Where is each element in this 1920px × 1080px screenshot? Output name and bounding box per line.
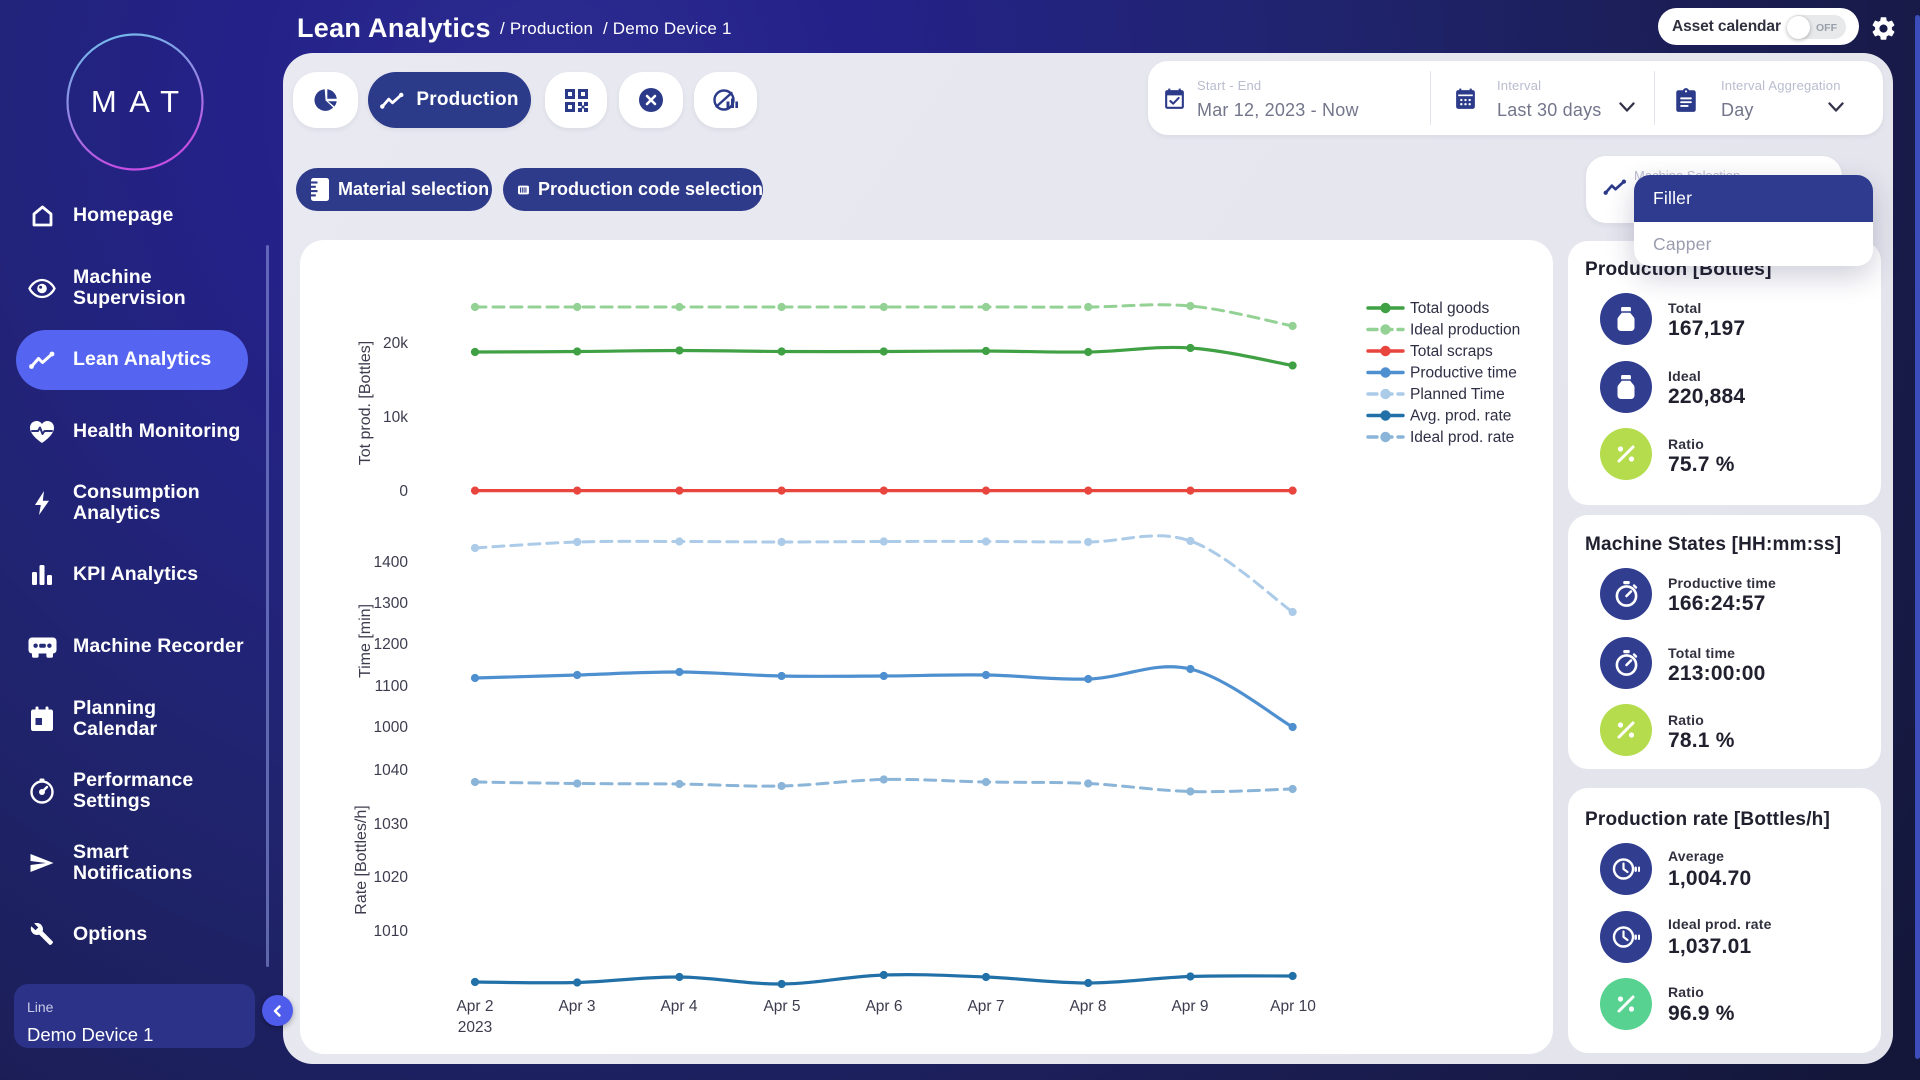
svg-text:1030: 1030	[374, 816, 409, 833]
svg-text:Rate [Bottles/h]: Rate [Bottles/h]	[353, 805, 370, 914]
svg-text:1020: 1020	[374, 869, 409, 886]
svg-text:Apr 9: Apr 9	[1171, 998, 1208, 1015]
svg-text:1300: 1300	[374, 595, 409, 612]
svg-text:Planned Time: Planned Time	[1410, 386, 1505, 403]
svg-text:Avg. prod. rate: Avg. prod. rate	[1410, 408, 1511, 425]
svg-text:Apr 4: Apr 4	[660, 998, 697, 1015]
svg-text:1010: 1010	[374, 923, 409, 940]
svg-text:1000: 1000	[374, 719, 409, 736]
svg-text:1100: 1100	[375, 678, 409, 695]
svg-text:Apr 8: Apr 8	[1069, 998, 1106, 1015]
svg-text:Ideal prod. rate: Ideal prod. rate	[1410, 429, 1514, 446]
svg-text:Apr 10: Apr 10	[1270, 998, 1316, 1015]
svg-text:Apr 7: Apr 7	[967, 998, 1004, 1015]
svg-text:10k: 10k	[383, 409, 408, 426]
svg-text:1400: 1400	[374, 554, 409, 571]
svg-text:Tot prod. [Bottles]: Tot prod. [Bottles]	[357, 341, 374, 466]
svg-text:Apr 6: Apr 6	[865, 998, 902, 1015]
svg-text:2023: 2023	[458, 1019, 492, 1036]
svg-text:Time [min]: Time [min]	[357, 604, 374, 678]
svg-text:Total scraps: Total scraps	[1410, 343, 1493, 360]
svg-text:0: 0	[399, 483, 408, 500]
svg-text:Apr 5: Apr 5	[763, 998, 800, 1015]
svg-text:Ideal production: Ideal production	[1410, 322, 1520, 339]
svg-text:Apr 3: Apr 3	[558, 998, 595, 1015]
svg-text:Apr 2: Apr 2	[456, 998, 493, 1015]
svg-text:Total goods: Total goods	[1410, 300, 1490, 317]
svg-text:1040: 1040	[374, 762, 409, 779]
svg-text:20k: 20k	[383, 335, 408, 352]
svg-text:Productive time: Productive time	[1410, 365, 1517, 382]
svg-text:1200: 1200	[374, 636, 409, 653]
